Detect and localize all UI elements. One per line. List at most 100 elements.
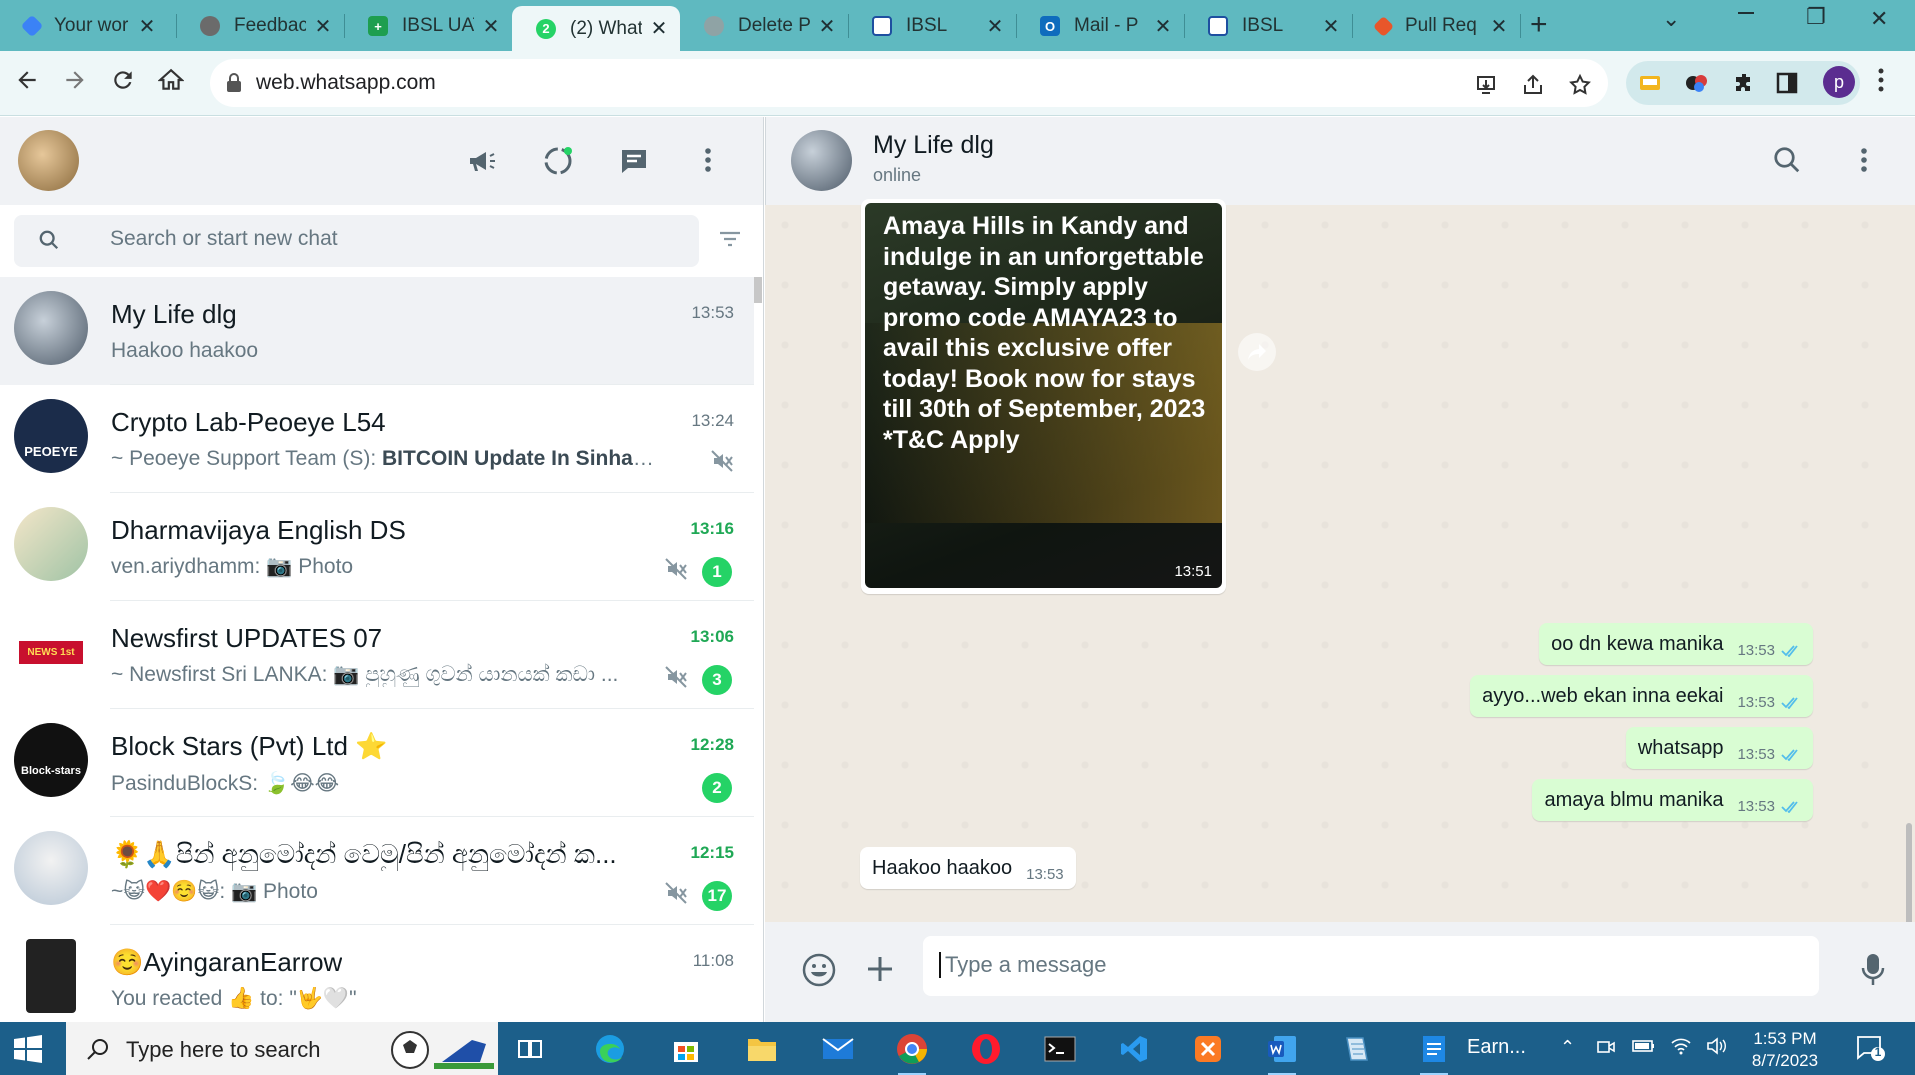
close-icon[interactable]: ✕ [1152,14,1174,39]
browser-tab[interactable]: Pull Req ✕ [1352,7,1520,45]
chat-item-dharmavijaya[interactable]: Dharmavijaya English DS 13:16 ven.ariydh… [0,493,754,601]
browser-tab[interactable]: Delete P ✕ [680,7,848,45]
store-icon[interactable] [666,1030,706,1068]
close-icon[interactable]: ✕ [480,14,502,39]
outgoing-message[interactable]: amaya blmu manika 13:53 [1532,779,1813,821]
avatar[interactable] [26,939,76,1013]
avatar[interactable] [14,291,88,365]
taskbar-app-label[interactable]: Earn... [1467,1036,1526,1059]
wifi-icon[interactable] [1670,1037,1692,1060]
close-icon[interactable]: ✕ [1320,14,1342,39]
menu-icon[interactable] [704,145,712,182]
close-icon[interactable]: ✕ [984,14,1006,39]
contact-avatar[interactable] [791,130,852,191]
chat-list-scrollbar[interactable] [754,277,762,303]
browser-tab[interactable]: + IBSL UAT ✕ [344,7,512,45]
install-app-icon[interactable] [1474,73,1498,103]
outgoing-message[interactable]: ayyo...web ekan inna eekai 13:53 [1470,675,1813,717]
message-input-box[interactable] [923,936,1819,996]
browser-tab[interactable]: IBSL ✕ [1184,7,1352,45]
conversation-menu-icon[interactable] [1860,145,1868,180]
profile-avatar[interactable]: p [1823,66,1855,98]
avatar[interactable]: Block-stars [14,723,88,797]
emoji-icon[interactable] [801,952,837,993]
minimize-button[interactable] [1738,12,1754,14]
status-icon[interactable] [542,145,574,184]
filter-icon[interactable] [718,229,742,254]
browser-tab[interactable]: O Mail - P ✕ [1016,7,1184,45]
address-bar[interactable]: web.whatsapp.com [210,59,1608,107]
contact-name[interactable]: My Life dlg [873,131,994,160]
search-input[interactable] [110,227,670,251]
notepad-icon[interactable] [1336,1030,1376,1068]
opera-icon[interactable] [966,1030,1006,1068]
edge-icon[interactable] [590,1030,630,1068]
taskbar-search[interactable]: Type here to search [66,1022,498,1075]
forward-button[interactable] [62,67,88,100]
taskbar-clock[interactable]: 1:53 PM 8/7/2023 [1738,1028,1832,1072]
attach-plus-icon[interactable] [865,954,895,989]
chevron-up-icon[interactable]: ⌃ [1560,1037,1575,1058]
close-icon[interactable]: ✕ [312,14,334,39]
chat-item-newsfirst[interactable]: NEWS 1st Newsfirst UPDATES 07 13:06 ~ Ne… [0,601,754,709]
lock-icon[interactable] [226,73,242,98]
mail-icon[interactable] [818,1030,858,1068]
close-window-button[interactable]: ✕ [1870,6,1888,32]
back-button[interactable] [14,67,40,100]
avatar[interactable] [14,831,88,905]
task-view-icon[interactable] [510,1030,550,1068]
new-chat-icon[interactable] [618,145,650,184]
chat-item-pin-anumodan[interactable]: 🌻🙏පින් අනුමෝදන් වෙමු/පින් අනුමෝදන් ක... … [0,817,754,925]
reload-button[interactable] [110,67,136,100]
browser-tab[interactable]: IBSL ✕ [848,7,1016,45]
share-icon[interactable] [1521,73,1545,103]
outgoing-message[interactable]: whatsapp 13:53 [1625,727,1813,769]
close-icon[interactable]: ✕ [816,14,838,39]
promo-image[interactable]: Amaya Hills in Kandy and indulge in an u… [865,203,1222,588]
chrome-icon[interactable] [892,1030,932,1075]
bookmark-star-icon[interactable] [1568,73,1592,103]
windows-start-icon[interactable] [14,1035,42,1068]
new-tab-button[interactable]: + [1530,8,1548,42]
puzzle-icon[interactable] [1732,71,1756,100]
extension-icon[interactable] [1638,71,1662,100]
color-extension-icon[interactable] [1684,71,1710,100]
close-icon[interactable]: ✕ [648,16,670,41]
chat-item-block-stars[interactable]: Block-stars Block Stars (Pvt) Ltd ⭐ 12:2… [0,709,754,817]
incoming-message[interactable]: Haakoo haakoo 13:53 [860,847,1076,889]
browser-tab[interactable]: Your wor ✕ [0,7,168,45]
tab-search-chevron-icon[interactable]: ⌄ [1662,6,1680,32]
communities-icon[interactable] [466,145,498,184]
url-text[interactable]: web.whatsapp.com [256,71,436,95]
home-button[interactable] [157,67,185,100]
outgoing-message[interactable]: oo dn kewa manika 13:53 [1539,623,1813,665]
document-app-icon[interactable] [1414,1030,1454,1075]
battery-icon[interactable] [1632,1037,1656,1060]
browser-tab-active[interactable]: 2 (2) What ✕ [512,6,680,51]
meet-now-icon[interactable] [1596,1037,1616,1062]
forward-icon[interactable] [1238,333,1276,371]
vscode-icon[interactable] [1114,1030,1154,1068]
side-panel-icon[interactable] [1776,72,1798,99]
terminal-icon[interactable] [1040,1030,1080,1068]
search-box[interactable] [14,215,699,267]
notification-icon[interactable]: 1 [1856,1034,1886,1067]
chat-item-my-life-dlg[interactable]: My Life dlg 13:53 Haakoo haakoo [0,277,754,385]
browser-tab[interactable]: Feedback ✕ [176,7,344,45]
conversation-header[interactable]: My Life dlg online [765,117,1915,205]
word-icon[interactable] [1262,1030,1302,1075]
message-input[interactable] [939,952,1799,978]
chat-item-ayingaran[interactable]: ☺️AyingaranEarrow 11:08 You reacted 👍 to… [0,925,754,1022]
image-message[interactable]: Amaya Hills in Kandy and indulge in an u… [861,199,1226,594]
close-icon[interactable]: ✕ [136,14,158,39]
browser-menu-icon[interactable] [1877,65,1885,102]
close-icon[interactable]: ✕ [1488,14,1510,39]
my-avatar[interactable] [18,130,79,191]
chat-item-crypto-lab[interactable]: PEOEYE Crypto Lab-Peoeye L54 13:24 ~ Peo… [0,385,754,493]
file-explorer-icon[interactable] [742,1030,782,1068]
avatar[interactable]: NEWS 1st [14,615,88,689]
xampp-icon[interactable] [1188,1030,1228,1068]
message-area[interactable]: Amaya Hills in Kandy and indulge in an u… [765,199,1915,922]
search-messages-icon[interactable] [1772,145,1802,180]
avatar[interactable]: PEOEYE [14,399,88,473]
